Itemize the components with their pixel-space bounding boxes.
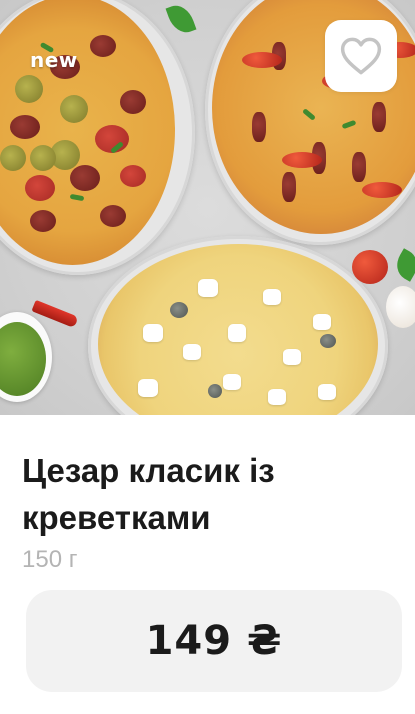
product-photo[interactable]: new <box>0 0 415 415</box>
cherry-tomato <box>352 250 388 284</box>
new-badge: new <box>30 48 78 72</box>
product-weight: 150 г <box>22 546 78 573</box>
garlic-clove <box>386 286 415 328</box>
price-button[interactable]: 149 ₴ <box>26 590 402 692</box>
favorite-button[interactable] <box>325 20 397 92</box>
heart-outline-icon <box>340 37 382 75</box>
product-card[interactable]: new Цезар класик із креветками 150 г 149… <box>0 0 415 714</box>
price-label: 149 ₴ <box>145 618 283 664</box>
basil-leaf <box>390 248 415 282</box>
basil-leaf <box>165 1 197 37</box>
product-title: Цезар класик із креветками <box>22 452 275 536</box>
